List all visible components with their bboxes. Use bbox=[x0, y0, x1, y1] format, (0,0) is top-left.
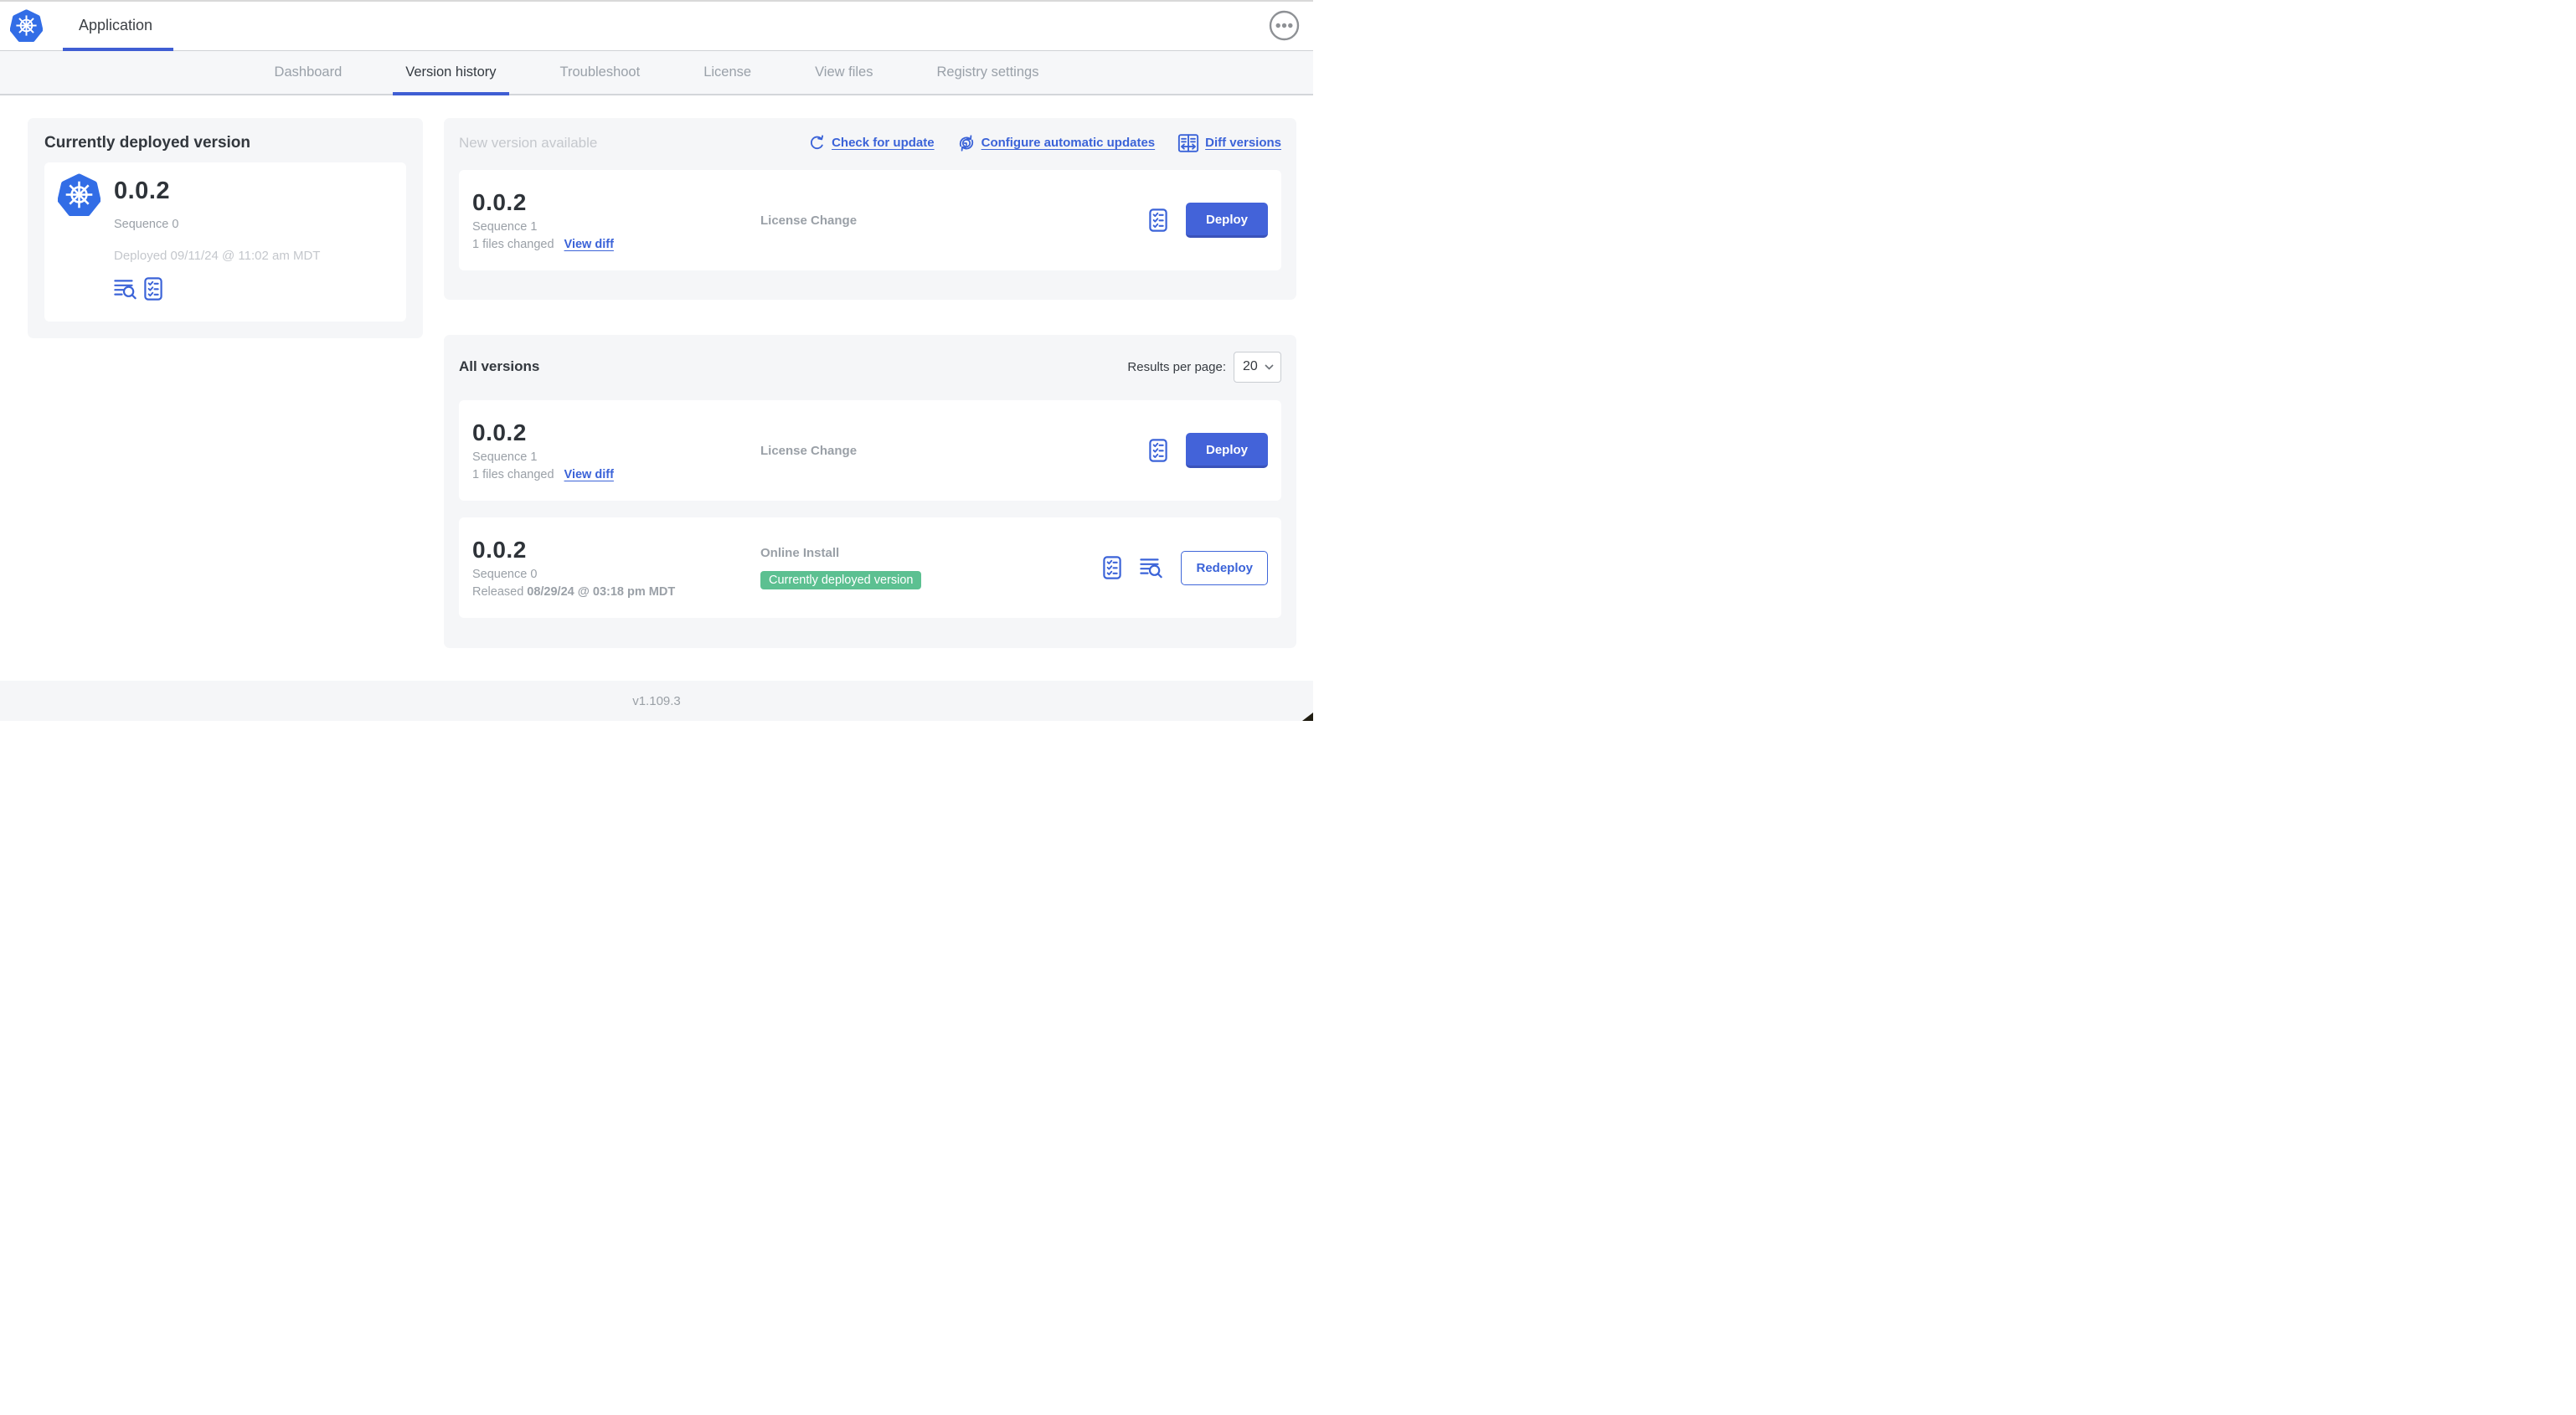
tab-license[interactable]: License bbox=[691, 51, 764, 94]
row-sequence: Sequence 1 bbox=[472, 220, 538, 234]
window-top-edge bbox=[0, 0, 1313, 2]
logs-icon bbox=[1140, 558, 1163, 579]
logs-icon bbox=[114, 280, 137, 300]
check-for-update-link[interactable]: Check for update bbox=[808, 134, 935, 152]
overflow-menu-button[interactable] bbox=[1269, 10, 1300, 41]
row-version-number: 0.0.2 bbox=[472, 419, 527, 445]
row-released-date: 08/29/24 @ 03:18 pm MDT bbox=[527, 585, 676, 599]
currently-deployed-title: Currently deployed version bbox=[44, 134, 251, 152]
tab-troubleshoot[interactable]: Troubleshoot bbox=[548, 51, 653, 94]
checklist-icon bbox=[1149, 439, 1167, 462]
results-per-page-value: 20 bbox=[1243, 359, 1258, 373]
deployed-sequence: Sequence 0 bbox=[114, 218, 179, 231]
row-source-label: License Change bbox=[760, 443, 858, 458]
checklist-icon bbox=[1149, 208, 1167, 232]
new-version-card: New version available Check for update C… bbox=[444, 118, 1296, 300]
refresh-icon bbox=[811, 135, 824, 150]
ellipsis-icon bbox=[1269, 10, 1300, 41]
chevron-down-icon bbox=[1265, 363, 1274, 370]
configure-automatic-updates-link[interactable]: Configure automatic updates bbox=[957, 134, 1155, 152]
all-versions-title: All versions bbox=[459, 358, 540, 374]
footer: v1.109.3 bbox=[0, 681, 1313, 721]
currently-deployed-badge: Currently deployed version bbox=[760, 571, 922, 589]
kubernetes-app-icon bbox=[58, 173, 100, 216]
auto-update-icon bbox=[959, 134, 973, 152]
checklist-icon bbox=[1103, 556, 1122, 579]
row-source-label: Online Install bbox=[760, 546, 840, 560]
preflight-checks-button[interactable] bbox=[1149, 208, 1167, 232]
top-bar: Application bbox=[0, 0, 1313, 51]
main-content: Currently deployed version 0.0.2 Sequenc… bbox=[0, 95, 1313, 648]
redeploy-button[interactable]: Redeploy bbox=[1181, 550, 1268, 585]
view-deploy-logs-button[interactable] bbox=[1140, 557, 1163, 579]
app-tab-strip: Dashboard Version history Troubleshoot L… bbox=[0, 51, 1313, 95]
version-row: 0.0.2 Sequence 0 Released 08/29/24 @ 03:1… bbox=[459, 517, 1281, 618]
row-sequence: Sequence 0 bbox=[472, 568, 538, 581]
preflight-checks-button[interactable] bbox=[1149, 439, 1167, 462]
tab-registry-settings[interactable]: Registry settings bbox=[924, 51, 1051, 94]
row-files-changed: 1 files changed bbox=[472, 238, 554, 251]
app-title-tab[interactable]: Application bbox=[79, 17, 152, 34]
right-column: New version available Check for update C… bbox=[444, 118, 1296, 648]
row-released-prefix: Released bbox=[472, 585, 524, 599]
deploy-button[interactable]: Deploy bbox=[1185, 203, 1268, 238]
view-diff-link[interactable]: View diff bbox=[564, 468, 614, 481]
tab-version-history[interactable]: Version history bbox=[393, 51, 509, 95]
app-tab-active-underline bbox=[63, 48, 173, 51]
all-versions-card: All versions Results per page: 20 0.0.2 … bbox=[444, 335, 1296, 648]
row-sequence: Sequence 1 bbox=[472, 450, 538, 464]
tab-dashboard[interactable]: Dashboard bbox=[262, 51, 355, 94]
preflight-checks-button[interactable] bbox=[1103, 556, 1122, 579]
currently-deployed-card: Currently deployed version 0.0.2 Sequenc… bbox=[28, 118, 423, 338]
new-version-title: New version available bbox=[459, 134, 598, 151]
deploy-button[interactable]: Deploy bbox=[1185, 433, 1268, 468]
kubernetes-logo bbox=[10, 9, 43, 42]
tab-view-files[interactable]: View files bbox=[802, 51, 885, 94]
new-version-row: 0.0.2 Sequence 1 1 files changed View dif… bbox=[459, 170, 1281, 270]
view-preflight-checks-button[interactable] bbox=[144, 277, 162, 301]
deployed-version-tile: 0.0.2 Sequence 0 Deployed 09/11/24 @ 11:… bbox=[44, 162, 406, 322]
view-diff-link[interactable]: View diff bbox=[564, 238, 614, 251]
diff-versions-link[interactable]: Diff versions bbox=[1177, 133, 1281, 153]
version-actions-links: Check for update Configure automatic upd… bbox=[808, 133, 1281, 153]
row-source-label: License Change bbox=[760, 213, 858, 228]
version-row: 0.0.2 Sequence 1 1 files changed View dif… bbox=[459, 400, 1281, 501]
checklist-icon bbox=[144, 277, 162, 301]
console-version: v1.109.3 bbox=[632, 693, 681, 708]
deployed-version-number: 0.0.2 bbox=[114, 178, 170, 204]
row-version-number: 0.0.2 bbox=[472, 537, 527, 563]
row-version-number: 0.0.2 bbox=[472, 189, 527, 215]
row-files-changed: 1 files changed bbox=[472, 468, 554, 481]
diff-icon bbox=[1178, 133, 1199, 152]
results-per-page-select[interactable]: 20 bbox=[1234, 351, 1281, 383]
deployed-date: Deployed 09/11/24 @ 11:02 am MDT bbox=[114, 249, 321, 263]
view-deploy-logs-button[interactable] bbox=[114, 278, 137, 300]
results-per-page-label: Results per page: bbox=[1127, 359, 1226, 374]
